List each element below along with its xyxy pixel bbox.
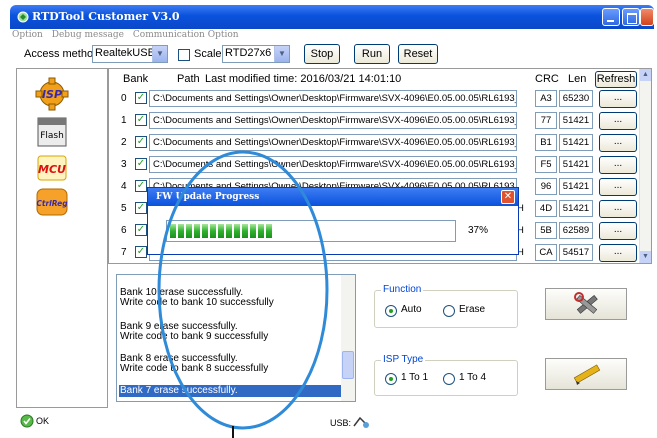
- annotation-ellipse: [157, 150, 329, 430]
- app-window: RTDTool Customer V3.0 Option Debug messa…: [0, 0, 657, 438]
- annotation-overlay: [157, 150, 329, 438]
